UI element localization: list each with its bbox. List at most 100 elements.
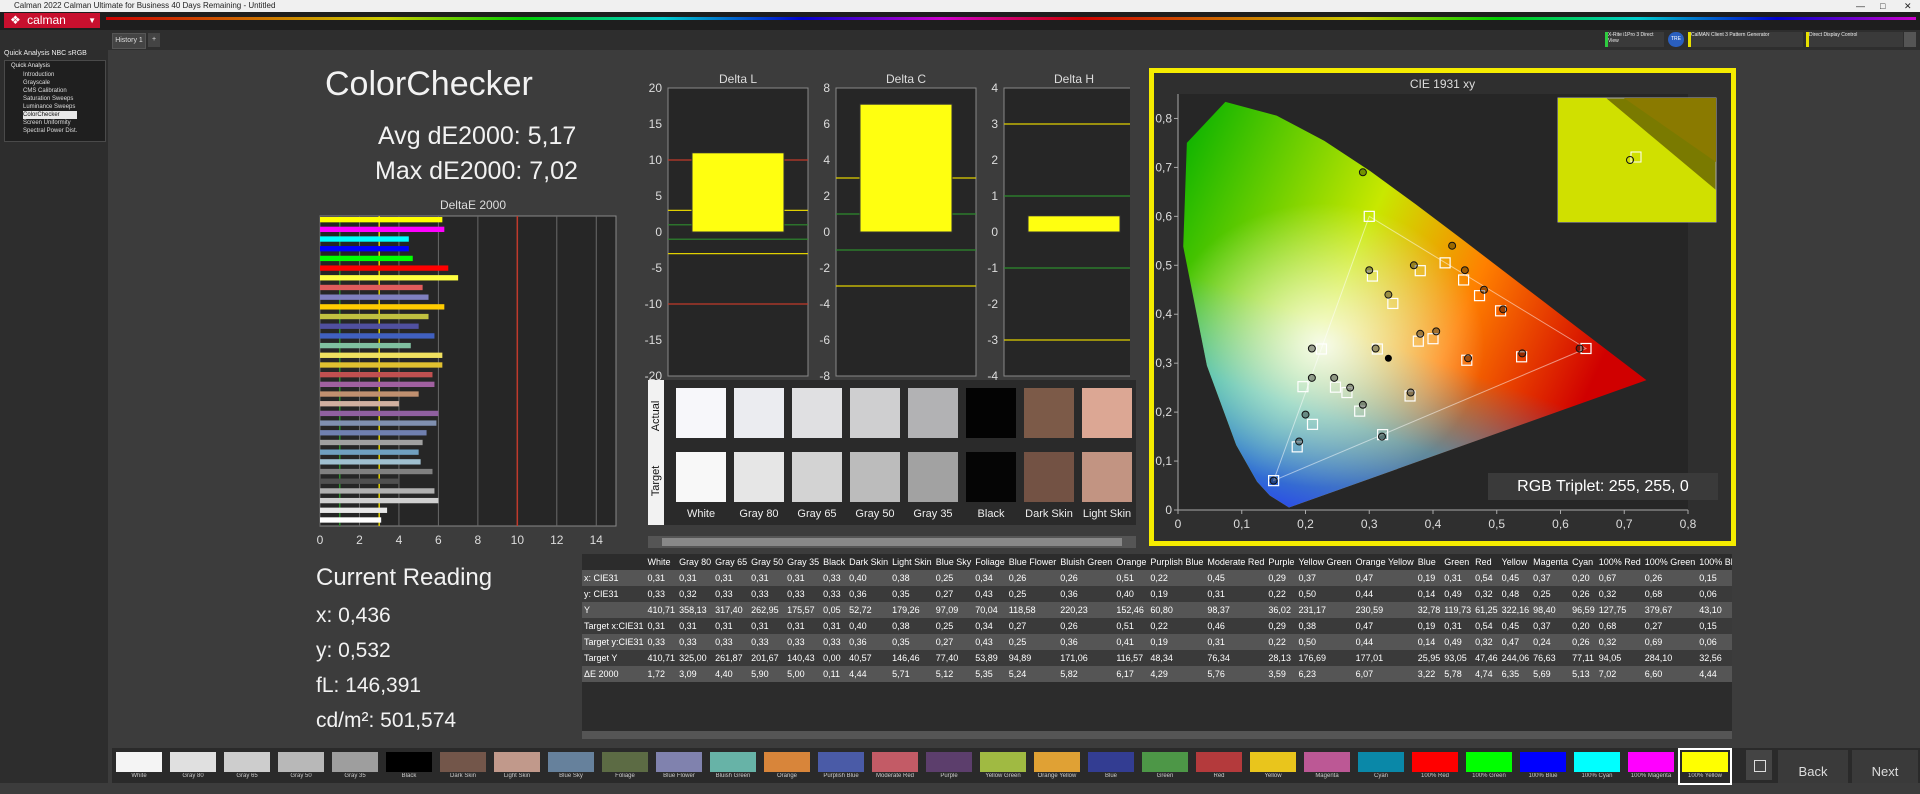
stop-button[interactable] (1746, 750, 1772, 780)
patch-button[interactable]: Light Skin (492, 750, 542, 783)
patch-button[interactable]: Green (1140, 750, 1190, 783)
actual-swatch (966, 388, 1016, 438)
swatch-scrollbar[interactable] (648, 536, 1136, 548)
sidebar-item[interactable]: Spectral Power Dist. (23, 127, 77, 135)
table-cell: 0,19 (1150, 589, 1168, 599)
x-tick-label: 0,3 (1361, 517, 1378, 531)
patch-button[interactable]: 100% Red (1410, 750, 1460, 783)
table-cell: 0,47 (1355, 621, 1374, 631)
patch-button[interactable]: Foliage (600, 750, 650, 783)
meter-select[interactable]: X-Rite i1Pro 3 Direct View (1605, 32, 1664, 47)
patch-button[interactable]: Gray 35 (330, 750, 380, 783)
table-cell: 5,35 (975, 669, 993, 679)
deltae-bar (320, 430, 427, 436)
deltae-chart-title: DeltaE 2000 (439, 198, 507, 212)
target-swatch (908, 452, 958, 502)
patch-button[interactable]: Moderate Red (870, 750, 920, 783)
settings-icon[interactable] (1904, 32, 1916, 47)
table-cell: 0,26 (1060, 573, 1078, 583)
row-label: Target Y (584, 653, 618, 663)
table-cell: 0,11 (823, 669, 840, 679)
deltae-bar (320, 265, 449, 271)
table-cell: 53,89 (975, 653, 998, 663)
y-tick-label: 0,3 (1155, 356, 1172, 370)
swatch-name: Gray 80 (739, 508, 779, 520)
patch-button[interactable]: Blue (1086, 750, 1136, 783)
patch-button[interactable]: 100% Green (1464, 750, 1514, 783)
table-cell: 0,37 (1533, 573, 1551, 583)
patch-button[interactable]: Magenta (1302, 750, 1352, 783)
y-tick-label: 8 (823, 81, 830, 95)
patch-button[interactable]: Purplish Blue (816, 750, 866, 783)
patch-button[interactable]: Yellow Green (978, 750, 1028, 783)
minimize-icon[interactable]: — (1856, 0, 1865, 12)
next-button[interactable]: Next (1852, 750, 1918, 783)
table-scrollbar[interactable] (582, 731, 1732, 739)
table-cell: 0,54 (1475, 621, 1493, 631)
actual-swatch (1082, 388, 1132, 438)
table-cell: 231,17 (1298, 605, 1326, 615)
swatch-name: White (686, 508, 716, 520)
deltae-bar (320, 420, 437, 426)
sidebar-item[interactable]: Introduction (23, 71, 77, 79)
header-cell: Blue Flower (1008, 557, 1057, 567)
patch-button[interactable]: Blue Flower (654, 750, 704, 783)
sidebar-item[interactable]: CMS Calibration (23, 87, 77, 95)
brand-label: calman (27, 13, 66, 27)
max-de-value: Max dE2000: 7,02 (375, 157, 578, 185)
scrollbar-thumb[interactable] (662, 538, 1122, 546)
patch-button[interactable]: Red (1194, 750, 1244, 783)
sidebar-item[interactable]: Saturation Sweeps (23, 95, 77, 103)
patch-button[interactable]: 100% Magenta (1626, 750, 1676, 783)
table-cell: 0,36 (1060, 637, 1078, 647)
pattern-generator-select[interactable]: CalMAN Client 3 Pattern Generator (1688, 32, 1803, 47)
table-cell: 0,40 (849, 621, 867, 631)
patch-button[interactable]: 100% Yellow (1678, 748, 1732, 785)
patch-button[interactable]: 100% Cyan (1572, 750, 1622, 783)
y-tick-label: 0,8 (1155, 111, 1172, 125)
target-swatch (850, 452, 900, 502)
patch-color (764, 752, 810, 772)
patch-button[interactable]: Gray 65 (222, 750, 272, 783)
table-cell: 0,25 (935, 573, 954, 583)
target-swatch (1024, 452, 1074, 502)
header-cell: Gray 65 (715, 557, 748, 567)
table-cell: 410,71 (647, 605, 676, 615)
patch-color (1196, 752, 1242, 772)
deltae-bar (320, 391, 419, 397)
patch-button[interactable]: Orange Yellow (1032, 750, 1082, 783)
patch-color (116, 752, 162, 772)
patch-button[interactable]: Blue Sky (546, 750, 596, 783)
back-button[interactable]: Back (1778, 750, 1848, 783)
patch-button[interactable]: Purple (924, 750, 974, 783)
maximize-icon[interactable]: □ (1880, 0, 1885, 12)
patch-button[interactable]: Black (384, 750, 434, 783)
patch-color (1088, 752, 1134, 772)
actual-marker (1346, 383, 1355, 392)
sidebar-item[interactable]: Luminance Sweeps (23, 103, 77, 111)
patch-button[interactable]: Gray 50 (276, 750, 326, 783)
patch-button[interactable]: Bluish Green (708, 750, 758, 783)
patch-button[interactable]: Orange (762, 750, 812, 783)
sidebar-item[interactable]: Grayscale (23, 79, 77, 87)
patch-button[interactable]: Gray 80 (168, 750, 218, 783)
display-control-select[interactable]: Direct Display Control (1806, 32, 1903, 47)
sidebar-item[interactable]: Screen Uniformity (23, 119, 77, 127)
add-tab-button[interactable]: + (148, 33, 160, 47)
patch-button[interactable]: 100% Blue (1518, 750, 1568, 783)
close-icon[interactable]: ✕ (1904, 0, 1912, 12)
tab-history[interactable]: History 1 (112, 33, 146, 49)
table-cell: 0,37 (1298, 573, 1316, 583)
sidebar-item[interactable]: ColorChecker (23, 111, 78, 119)
calman-menu-button[interactable]: ❖ calman ▼ (4, 13, 100, 28)
patch-button[interactable]: Dark Skin (438, 750, 488, 783)
y-tick-label: 0,4 (1155, 307, 1172, 321)
device-badge[interactable]: TRE (1668, 32, 1684, 47)
y-tick-label: -10 (645, 297, 663, 311)
patch-button[interactable]: Yellow (1248, 750, 1298, 783)
patch-button[interactable]: Cyan (1356, 750, 1406, 783)
actual-swatch (908, 388, 958, 438)
tree-section[interactable]: Quick Analysis (11, 63, 50, 69)
patch-button[interactable]: White (114, 750, 164, 783)
table-cell: 97,09 (935, 605, 959, 615)
